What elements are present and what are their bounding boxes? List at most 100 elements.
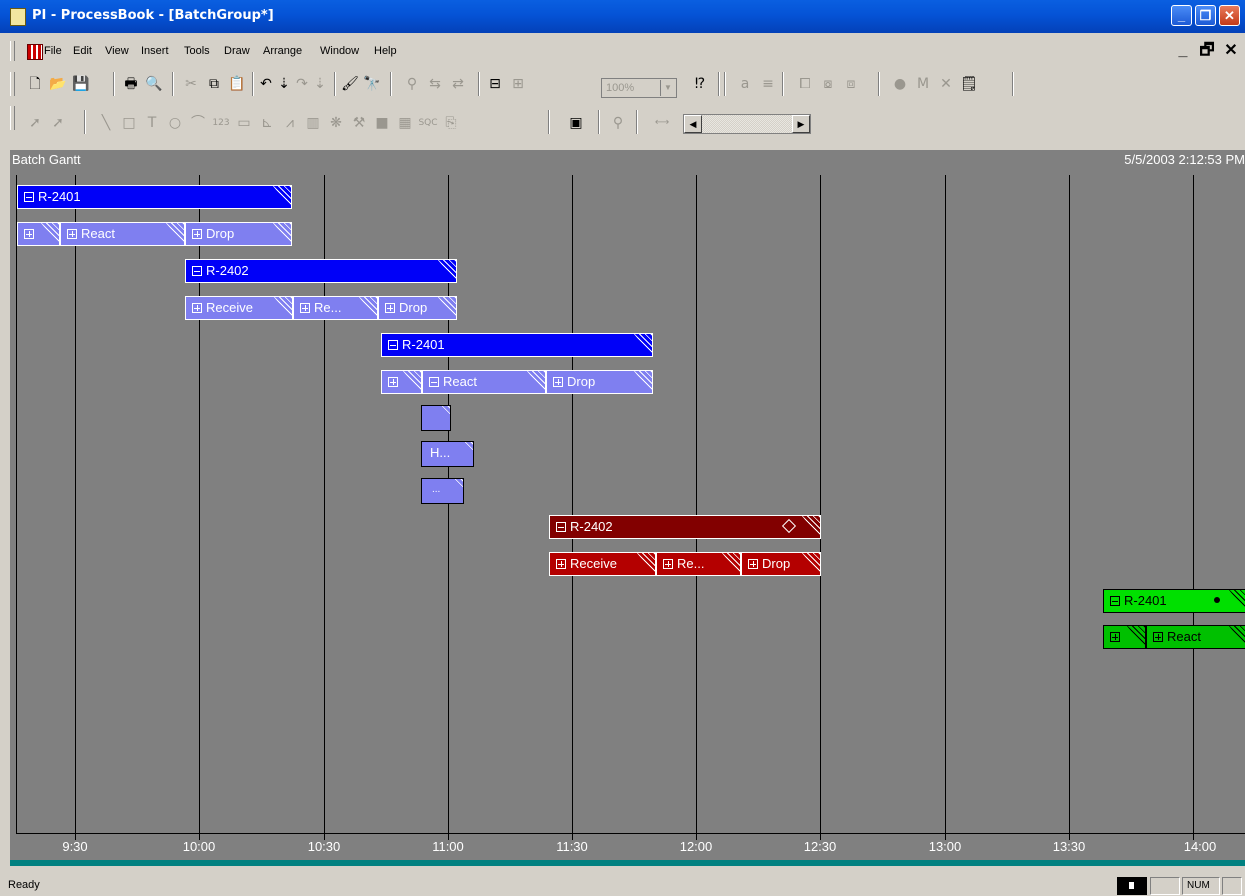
operation-bar[interactable] xyxy=(1103,625,1146,649)
tools-icon[interactable]: ⚒ xyxy=(349,114,369,132)
phase-bar[interactable] xyxy=(421,405,451,431)
operation-bar-drop[interactable]: Drop xyxy=(185,222,292,246)
sqc-icon[interactable]: SQC xyxy=(418,114,438,132)
zoom-dropdown-icon[interactable]: ▼ xyxy=(660,80,675,96)
operation-bar[interactable] xyxy=(17,222,60,246)
mdi-minimize-button[interactable]: _ xyxy=(1172,41,1194,61)
expand-icon[interactable] xyxy=(388,377,398,387)
menu-arrange[interactable]: Arrange xyxy=(263,45,302,57)
copy-icon[interactable]: ⧉ xyxy=(204,75,224,93)
value-tool-icon[interactable]: 123 xyxy=(211,114,231,132)
expand-icon[interactable] xyxy=(192,229,202,239)
batch-bar-r2401[interactable]: R-2401 xyxy=(381,333,653,357)
toolbar-grip[interactable] xyxy=(10,72,15,96)
cut-icon[interactable]: ✂ xyxy=(181,75,201,93)
operation-bar[interactable] xyxy=(381,370,422,394)
expand-icon[interactable] xyxy=(663,559,673,569)
text-icon[interactable]: a xyxy=(735,75,755,93)
collapse-icon[interactable] xyxy=(388,340,398,350)
processbook-app-icon[interactable] xyxy=(10,8,26,26)
expand-icon[interactable] xyxy=(1110,632,1120,642)
button-tool-icon[interactable]: ▭ xyxy=(234,114,254,132)
expand-icon[interactable] xyxy=(556,559,566,569)
arrange-icon[interactable]: ⧈ xyxy=(841,75,861,93)
operation-bar-react[interactable]: Re... xyxy=(656,552,741,576)
operation-bar-react[interactable]: React xyxy=(1146,625,1245,649)
batch-gantt-display[interactable]: Batch Gantt 5/5/2003 2:12:53 PM R-2401 R… xyxy=(10,150,1245,860)
fill-tool-icon[interactable]: ■ xyxy=(372,114,392,132)
menu-window[interactable]: Window xyxy=(320,45,359,57)
symbol-tool-icon[interactable]: ⊾ xyxy=(257,114,277,132)
operation-bar-receive[interactable]: Receive xyxy=(549,552,656,576)
expand-icon[interactable] xyxy=(1153,632,1163,642)
redo-icon[interactable]: ↷ xyxy=(292,75,312,93)
text-tool-icon[interactable]: T xyxy=(142,114,162,132)
collapse-icon[interactable] xyxy=(1110,596,1120,606)
line-tool-icon[interactable]: ╲ xyxy=(96,114,116,132)
multi-select-icon[interactable]: ➚ xyxy=(48,114,68,132)
menu-file[interactable]: File xyxy=(44,45,62,57)
collapse-icon[interactable] xyxy=(429,377,439,387)
bring-front-icon[interactable]: ⧠ xyxy=(795,75,815,93)
display-icon[interactable]: ▣ xyxy=(566,114,586,132)
multistate-tool-icon[interactable]: ❋ xyxy=(326,114,346,132)
arc-tool-icon[interactable]: ⌒ xyxy=(188,114,208,132)
operation-bar-drop[interactable]: Drop xyxy=(741,552,821,576)
select-arrow-icon[interactable]: ➚ xyxy=(25,114,45,132)
xy-plot-icon[interactable]: ▦ xyxy=(395,114,415,132)
phase-bar[interactable]: H... xyxy=(421,441,474,467)
menubar-grip[interactable] xyxy=(10,41,15,61)
batch-bar-r2401[interactable]: R-2401 xyxy=(17,185,292,209)
print-icon[interactable]: 🖶 xyxy=(121,75,141,93)
expand-icon[interactable] xyxy=(385,303,395,313)
document-icon[interactable] xyxy=(27,44,43,60)
operation-bar-drop[interactable]: Drop xyxy=(378,296,457,320)
minimize-button[interactable]: _ xyxy=(1171,5,1192,26)
expand-icon[interactable] xyxy=(748,559,758,569)
menu-edit[interactable]: Edit xyxy=(73,45,92,57)
time-scrollbar[interactable]: ◀ ▶ xyxy=(683,114,811,134)
operation-bar-drop[interactable]: Drop xyxy=(546,370,653,394)
mdi-restore-button[interactable]: 🗗 xyxy=(1196,41,1218,61)
redo-dropdown-icon[interactable]: ⇣ xyxy=(310,75,330,93)
operation-bar-react[interactable]: Re... xyxy=(293,296,378,320)
undo-icon[interactable]: ↶ xyxy=(256,75,276,93)
mdi-close-button[interactable]: ✕ xyxy=(1220,41,1242,61)
expand-icon[interactable] xyxy=(300,303,310,313)
delete-icon[interactable]: ✕ xyxy=(936,75,956,93)
bar-tool-icon[interactable]: ▥ xyxy=(303,114,323,132)
collapse-icon[interactable] xyxy=(24,192,34,202)
print-preview-icon[interactable]: 🔍 xyxy=(144,75,164,93)
zoom-combo[interactable]: 100% ▼ xyxy=(601,78,677,98)
drawing-toolbar-grip[interactable] xyxy=(10,106,15,130)
undo-dropdown-icon[interactable]: ⇣ xyxy=(274,75,294,93)
close-button[interactable]: ✕ xyxy=(1219,5,1240,26)
format-painter-icon[interactable]: 🖌 xyxy=(340,75,360,93)
module-icon[interactable]: M xyxy=(913,75,933,93)
expand-icon[interactable] xyxy=(24,229,34,239)
expand-icon[interactable] xyxy=(67,229,77,239)
unlink-icon[interactable]: ⇄ xyxy=(448,75,468,93)
operation-bar-react[interactable]: React xyxy=(422,370,546,394)
trend-tool-icon[interactable]: ⩘ xyxy=(280,114,300,132)
group-icon[interactable]: ⚲ xyxy=(402,75,422,93)
help-cursor-icon[interactable]: ⁉ xyxy=(690,75,710,93)
grid-icon[interactable]: ⊞ xyxy=(508,75,528,93)
batch-bar-r2402[interactable]: R-2402 xyxy=(185,259,457,283)
batch-bar-r2402-active[interactable]: R-2402 xyxy=(549,515,821,539)
pi-icon[interactable]: ● xyxy=(890,75,910,93)
menu-view[interactable]: View xyxy=(105,45,129,57)
paste-icon[interactable]: 📋 xyxy=(227,75,247,93)
batch-icon[interactable]: ⎘ xyxy=(441,114,461,132)
restore-button[interactable]: ❐ xyxy=(1195,5,1216,26)
ellipse-tool-icon[interactable]: ○ xyxy=(165,114,185,132)
scroll-left-icon[interactable]: ◀ xyxy=(684,115,702,133)
properties-icon[interactable]: ⊟ xyxy=(485,75,505,93)
collapse-icon[interactable] xyxy=(192,266,202,276)
menu-draw[interactable]: Draw xyxy=(224,45,250,57)
link-icon[interactable]: ⇆ xyxy=(425,75,445,93)
expand-icon[interactable] xyxy=(192,303,202,313)
rectangle-tool-icon[interactable]: □ xyxy=(119,114,139,132)
collapse-icon[interactable] xyxy=(556,522,566,532)
property-sheet-icon[interactable]: 🗒 xyxy=(959,75,979,93)
